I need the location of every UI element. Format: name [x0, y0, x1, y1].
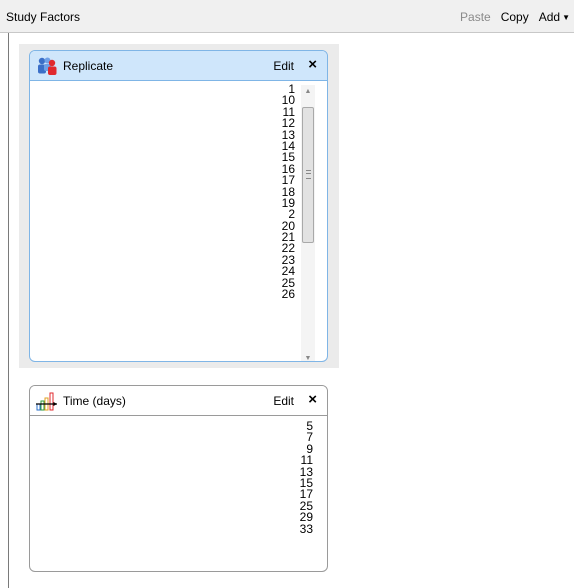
factor-card-replicate[interactable]: Replicate Edit × 1 10 11 12 13 14 15 16 17 18 19 2 2… — [29, 50, 328, 362]
study-factors-toolbar: Study Factors Paste Copy Add ▼ — [0, 0, 574, 33]
scrollbar-thumb[interactable] — [302, 107, 314, 243]
factor-values-list[interactable]: 1 10 11 12 13 14 15 16 17 18 19 2 20 21 22 23 24 25 26 — [281, 83, 295, 302]
vertical-scrollbar[interactable]: ▲ ▼ — [301, 85, 315, 361]
scroll-down-icon[interactable]: ▼ — [301, 352, 315, 361]
edit-button[interactable]: Edit — [273, 394, 294, 408]
scroll-up-icon[interactable]: ▲ — [301, 85, 315, 99]
add-button-label: Add — [538, 10, 561, 24]
factor-card-header: Replicate Edit × — [30, 51, 327, 81]
toolbar-actions: Paste Copy Add ▼ — [460, 10, 570, 24]
factor-value-item: 33 — [299, 521, 313, 536]
chart-timeline-icon — [36, 392, 57, 411]
close-icon[interactable]: × — [308, 392, 317, 408]
grip-icon — [306, 170, 311, 179]
copy-button[interactable]: Copy — [501, 10, 529, 24]
people-icon — [38, 57, 57, 75]
factor-card-header: Time (days) Edit × — [30, 386, 327, 416]
close-icon[interactable]: × — [308, 57, 317, 73]
panel-title: Study Factors — [6, 10, 81, 24]
factor-name: Replicate — [63, 59, 114, 73]
edit-button[interactable]: Edit — [273, 59, 294, 73]
factor-values-list[interactable]: 5 7 9 11 13 15 17 25 29 33 — [299, 420, 313, 536]
paste-button[interactable]: Paste — [460, 10, 491, 24]
chevron-down-icon: ▼ — [562, 13, 570, 22]
add-button[interactable]: Add ▼ — [539, 10, 570, 24]
factor-value-item: 26 — [281, 287, 295, 302]
factor-card-time[interactable]: Time (days) Edit × 5 7 9 11 13 15 17 25 29 33 — [29, 385, 328, 572]
panel-left-border — [8, 33, 9, 588]
factor-name: Time (days) — [63, 394, 126, 408]
